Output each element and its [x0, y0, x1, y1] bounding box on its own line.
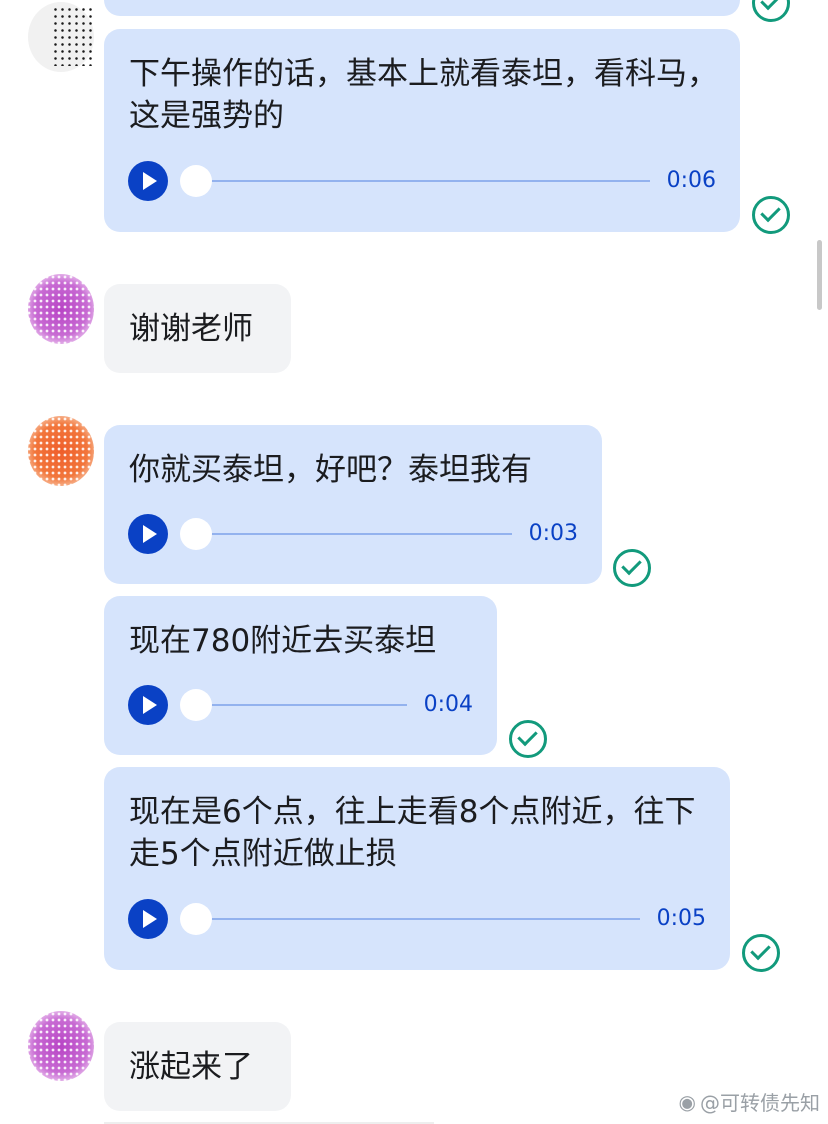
audio-duration: 0:05 [656, 906, 706, 931]
audio-player: 0:05 [128, 899, 706, 939]
audio-scrubber-knob[interactable] [180, 165, 212, 197]
read-check-icon [742, 934, 780, 972]
audio-player: 0:03 [128, 514, 578, 554]
avatar[interactable] [20, 0, 100, 76]
message-text: 下午操作的话，基本上就看泰坦，看科马，这是强势的 [129, 56, 718, 134]
watermark: ◉ @可转债先知 [679, 1087, 820, 1116]
audio-duration: 0:06 [666, 168, 716, 193]
voice-message-bubble[interactable] [104, 0, 740, 16]
weibo-icon: ◉ [678, 1089, 696, 1114]
avatar-pattern [20, 268, 100, 348]
message-text: 谢谢老师 [129, 311, 253, 347]
message-text: 你就买泰坦，好吧？泰坦我有 [129, 452, 532, 488]
avatar-pattern [52, 6, 96, 66]
read-check-icon [509, 720, 547, 758]
scrollbar[interactable] [817, 240, 822, 310]
audio-player: 0:06 [128, 161, 716, 201]
read-check-icon [752, 196, 790, 234]
text-message-bubble[interactable]: 谢谢老师 [104, 284, 291, 373]
audio-progress-track[interactable] [194, 918, 640, 920]
audio-progress-track[interactable] [194, 704, 407, 706]
voice-message-bubble[interactable]: 你就买泰坦，好吧？泰坦我有 0:03 [104, 425, 602, 584]
avatar[interactable] [20, 1005, 100, 1085]
audio-scrubber-knob[interactable] [180, 689, 212, 721]
voice-message-bubble[interactable]: 下午操作的话，基本上就看泰坦，看科马，这是强势的 0:06 [104, 29, 740, 232]
play-icon[interactable] [128, 161, 168, 201]
message-text: 现在是6个点，往上走看8个点附近，往下走5个点附近做止损 [129, 794, 696, 872]
audio-duration: 0:03 [528, 521, 578, 546]
watermark-text: @可转债先知 [700, 1091, 820, 1115]
voice-message-bubble[interactable]: 现在是6个点，往上走看8个点附近，往下走5个点附近做止损 0:05 [104, 767, 730, 970]
text-message-bubble[interactable]: 涨起来了 [104, 1022, 291, 1111]
play-icon[interactable] [128, 514, 168, 554]
audio-duration: 0:04 [423, 692, 473, 717]
message-text: 现在780附近去买泰坦 [129, 623, 437, 659]
avatar[interactable] [20, 410, 100, 490]
audio-scrubber-knob[interactable] [180, 903, 212, 935]
read-check-icon [752, 0, 790, 22]
play-icon[interactable] [128, 685, 168, 725]
play-icon[interactable] [128, 899, 168, 939]
read-check-icon [613, 549, 651, 587]
message-text: 涨起来了 [129, 1049, 253, 1085]
avatar[interactable] [20, 268, 100, 348]
avatar-pattern [20, 410, 100, 490]
audio-player: 0:04 [128, 685, 473, 725]
audio-progress-track[interactable] [194, 533, 512, 535]
avatar-pattern [20, 1005, 100, 1085]
audio-scrubber-knob[interactable] [180, 518, 212, 550]
audio-progress-track[interactable] [194, 180, 650, 182]
voice-message-bubble[interactable]: 现在780附近去买泰坦 0:04 [104, 596, 497, 755]
